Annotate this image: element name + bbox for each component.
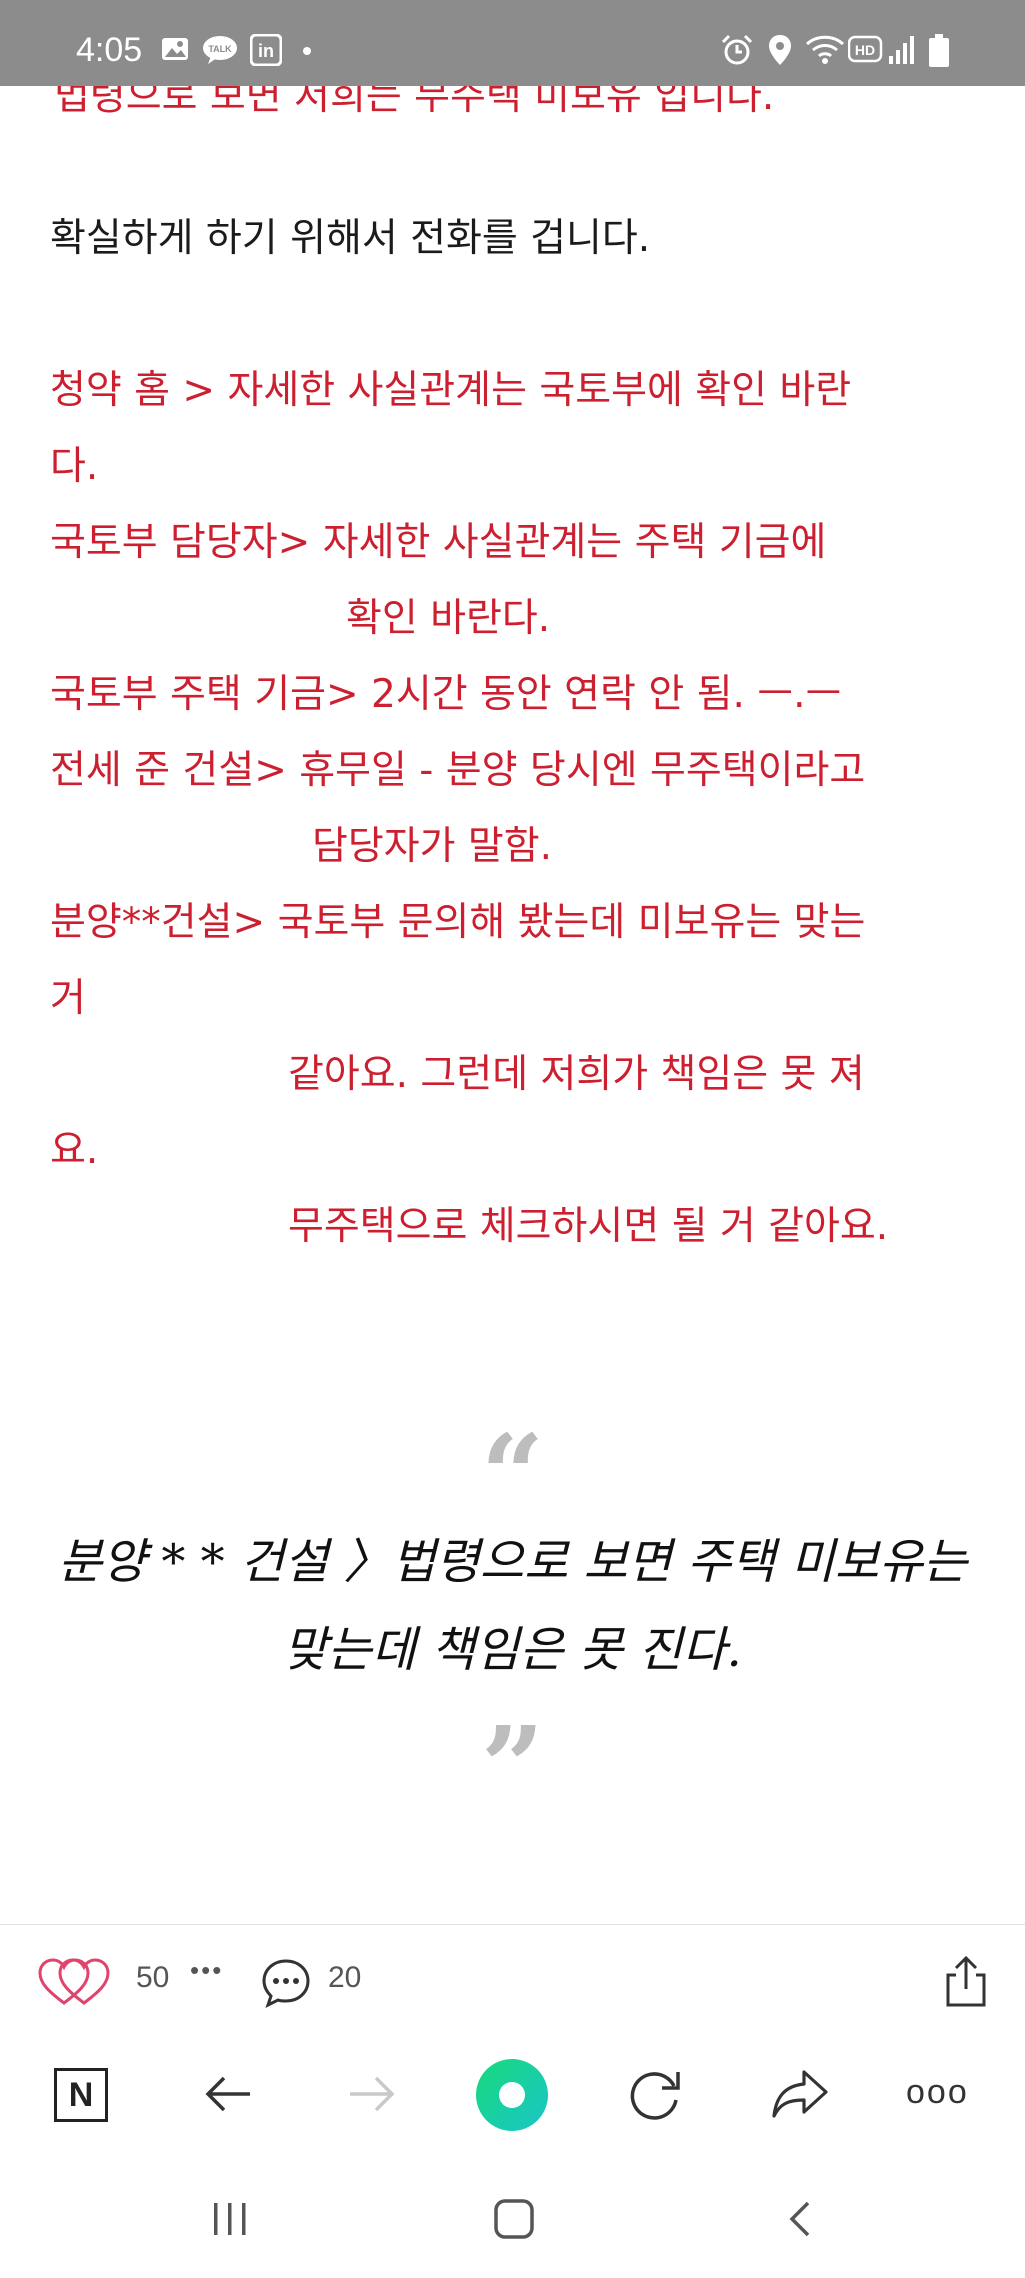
kakaotalk-icon: TALK [203, 36, 237, 64]
naver-home-button[interactable]: N [54, 2068, 108, 2122]
more-options-button[interactable]: ••• [190, 1955, 223, 1985]
status-bar: 4:05 TALK in HD [0, 0, 1025, 86]
dialogue-line: 확인 바란다. [346, 596, 551, 641]
refresh-icon[interactable] [626, 2066, 686, 2122]
quote-text-line: 분양 * * 건설 〉법령으로 보면 주택 미보유는 [57, 1534, 968, 1590]
svg-text:in: in [258, 41, 274, 61]
article-body: 법령으로 보면 저희는 무주택 미보유 입니다. 확실하게 하기 위해서 전화를… [0, 0, 1025, 1920]
quote-close-mark: ” [480, 1702, 545, 1831]
share-icon[interactable] [942, 1955, 990, 2009]
post-action-bar: 50 ••• 20 [0, 1924, 1025, 2032]
home-icon[interactable] [492, 2197, 536, 2241]
dialogue-line: 다. [50, 444, 99, 489]
svg-text:TALK: TALK [208, 44, 232, 54]
naver-green-dot-icon[interactable] [474, 2057, 550, 2133]
back-chevron-icon[interactable] [784, 2199, 814, 2239]
quote-text-line: 맞는데 책임은 못 진다. [283, 1622, 742, 1678]
location-icon [769, 35, 791, 65]
linkedin-icon: in [250, 34, 282, 66]
dialogue-line: 국토부 주택 기금> 2시간 동안 연락 안 됨. ㅡ.ㅡ [50, 672, 842, 717]
comment-icon[interactable] [260, 1957, 312, 2009]
dialogue-line: 국토부 담당자> 자세한 사실관계는 주택 기금에 [50, 520, 827, 565]
alarm-icon [721, 34, 753, 65]
dialogue-line: 담당자가 말함. [312, 824, 553, 869]
dialogue-line: 분양**건설> 국토부 문의해 봤는데 미보유는 맞는 [50, 900, 866, 945]
dot-icon [303, 47, 311, 55]
browser-more-button[interactable]: ooo [906, 2075, 969, 2109]
dialogue-line: 청약 홈 > 자세한 사실관계는 국토부에 확인 바란 [50, 368, 852, 413]
browser-toolbar: N ooo [0, 2031, 1025, 2161]
dialogue-line: 무주택으로 체크하시면 될 거 같아요. [288, 1204, 889, 1249]
dialogue-line: 요. [50, 1128, 99, 1173]
like-heart-icon[interactable] [38, 1957, 118, 2007]
hd-icon: HD [848, 35, 883, 63]
dialogue-line: 거 [50, 976, 86, 1021]
signal-icon [889, 36, 914, 64]
dialogue-line: 같아요. 그런데 저희가 책임은 못 져 [288, 1052, 865, 1097]
system-navigation-bar [0, 2161, 1025, 2278]
intro-line: 확실하게 하기 위해서 전화를 겁니다. [50, 216, 651, 261]
wifi-icon [805, 35, 845, 64]
quote-open-mark: “ [480, 1410, 545, 1539]
gallery-icon [162, 38, 188, 60]
battery-icon [929, 34, 949, 67]
recent-apps-icon[interactable] [210, 2199, 250, 2239]
back-arrow-icon[interactable] [200, 2066, 256, 2122]
svg-text:HD: HD [855, 42, 875, 58]
forward-share-icon[interactable] [770, 2066, 830, 2122]
like-count: 50 [136, 1961, 170, 1994]
forward-arrow-icon[interactable] [344, 2066, 400, 2122]
comment-count: 20 [328, 1961, 362, 1994]
status-time: 4:05 [76, 31, 143, 69]
dialogue-line: 전세 준 건설> 휴무일 - 분양 당시엔 무주택이라고 [50, 748, 866, 793]
